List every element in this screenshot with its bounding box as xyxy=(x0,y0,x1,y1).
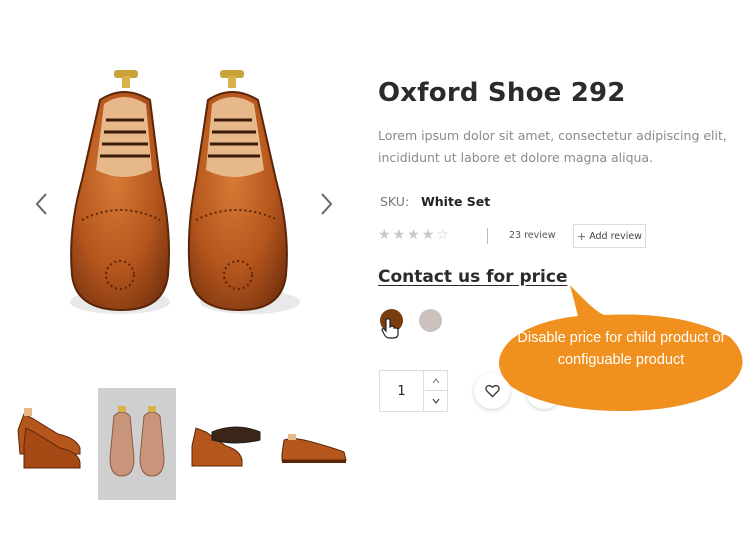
star-icon: ★ xyxy=(421,227,435,243)
quantity-input[interactable] xyxy=(380,371,424,411)
add-review-button[interactable]: + Add review xyxy=(573,224,646,248)
rating-divider xyxy=(487,228,488,244)
thumbnail-pair-side-view[interactable] xyxy=(10,388,88,500)
sku-label: SKU: xyxy=(380,194,410,209)
main-product-image xyxy=(60,60,310,350)
callout-text: Disable price for child product of confi… xyxy=(517,330,725,368)
sku-value: White Set xyxy=(421,194,491,209)
star-icon: ★ xyxy=(392,227,406,243)
star-icon: ★ xyxy=(378,227,391,243)
chevron-up-icon xyxy=(432,377,440,383)
thumbnail-single-side-view[interactable] xyxy=(274,388,352,500)
plus-icon: + xyxy=(576,229,587,243)
quantity-decrease-button[interactable] xyxy=(425,391,447,411)
thumbnail-pair-sole-view[interactable] xyxy=(186,388,264,500)
chevron-left-icon xyxy=(35,193,47,215)
review-count[interactable]: 23 review xyxy=(509,230,556,241)
gallery-prev-button[interactable] xyxy=(32,190,50,218)
thumbnail-pair-top-view-light[interactable] xyxy=(98,388,176,500)
rating-stars: ★ ★ ★ ★ ☆ xyxy=(378,227,449,243)
star-empty-icon: ☆ xyxy=(436,227,449,243)
thumbnail-strip xyxy=(10,388,360,500)
gallery-next-button[interactable] xyxy=(318,190,336,218)
star-icon: ★ xyxy=(407,227,420,243)
chevron-down-icon xyxy=(432,398,440,404)
quantity-increase-button[interactable] xyxy=(425,371,447,391)
hand-cursor-icon xyxy=(381,318,399,339)
product-title: Oxford Shoe 292 xyxy=(378,78,626,108)
chevron-right-icon xyxy=(321,193,333,215)
add-review-label: Add review xyxy=(589,230,643,242)
color-swatch-grey[interactable] xyxy=(419,309,442,332)
product-description: Lorem ipsum dolor sit amet, consectetur … xyxy=(378,128,727,165)
quantity-stepper xyxy=(379,370,448,412)
callout-bubble: Disable price for child product of confi… xyxy=(494,281,750,411)
